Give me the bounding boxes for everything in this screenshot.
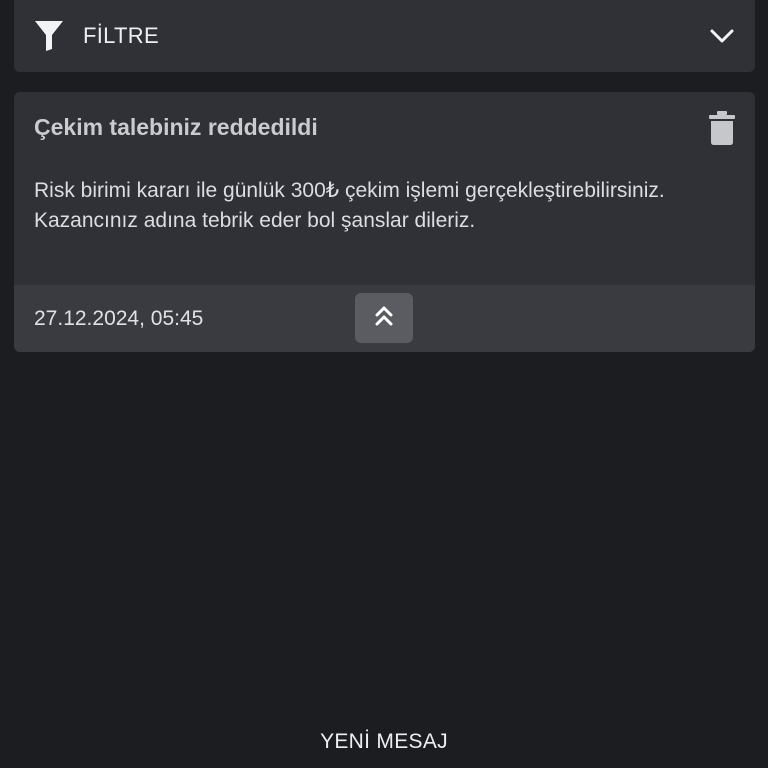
collapse-button[interactable]	[355, 293, 413, 343]
message-card: Çekim talebiniz reddedildi Risk birimi k…	[14, 92, 755, 352]
message-footer: 27.12.2024, 05:45	[14, 285, 755, 352]
trash-icon[interactable]	[707, 110, 737, 146]
filter-bar[interactable]: FİLTRE	[14, 0, 755, 72]
chevron-down-icon[interactable]	[709, 23, 735, 49]
filter-icon	[34, 20, 64, 52]
filter-label: FİLTRE	[83, 23, 159, 48]
message-timestamp: 27.12.2024, 05:45	[34, 306, 204, 330]
double-chevron-up-icon	[374, 304, 394, 333]
message-title: Çekim talebiniz reddedildi	[34, 114, 318, 140]
message-body: Risk birimi kararı ile günlük 300₺ çekim…	[34, 179, 665, 232]
messages-page: FİLTRE Çekim talebiniz reddedildi Risk b…	[0, 0, 768, 768]
new-message-button[interactable]: YENİ MESAJ	[0, 730, 768, 754]
